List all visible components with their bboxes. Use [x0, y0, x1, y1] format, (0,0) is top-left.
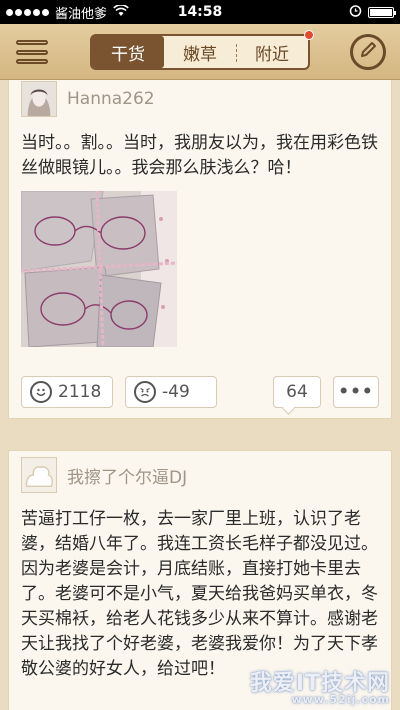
battery-icon [368, 6, 396, 18]
downvote-count: -49 [162, 382, 190, 402]
category-tabs: 干货 嫩草 附近 [90, 30, 314, 70]
more-button[interactable]: ••• [333, 376, 379, 408]
comment-count: 64 [286, 382, 308, 402]
username[interactable]: Hanna262 [67, 89, 155, 109]
status-bar: 酱油他爹 14:58 [0, 0, 400, 24]
battery-level [370, 8, 392, 16]
smile-icon [30, 381, 52, 403]
compose-button[interactable] [350, 34, 386, 70]
upvote-count: 2118 [58, 382, 102, 402]
watermark: 我爱IT技术网 www.52ij.com [250, 665, 390, 706]
default-avatar-icon[interactable] [21, 457, 57, 493]
feed[interactable]: Hanna262 当时。。割。。当时，我朋友以为，我在用彩色铁丝做眼镜儿。。我会… [0, 80, 400, 710]
more-icon: ••• [338, 382, 374, 402]
angry-face-icon [134, 381, 156, 403]
alarm-icon [349, 4, 362, 21]
post-actions: 2118 -49 64 ••• [21, 376, 379, 408]
post-header: 我擦了个尔逼DJ [21, 451, 379, 499]
pencil-icon [358, 40, 378, 64]
navigation-bar: 干货 嫩草 附近 [0, 24, 400, 80]
post-text: 当时。。割。。当时，我朋友以为，我在用彩色铁丝做眼镜儿。。我会那么肤浅么？哈！ [21, 133, 378, 178]
post-text: 苦逼打工仔一枚，去一家厂里上班，认识了老婆，结婚八年了。我连工资长毛样子都没见过… [21, 509, 378, 679]
username[interactable]: 我擦了个尔逼DJ [67, 463, 187, 488]
avatar[interactable] [21, 81, 57, 117]
carrier-name: 酱油他爹 [55, 6, 108, 22]
tab-ganhuo[interactable]: 干货 [92, 36, 164, 68]
downvote-button[interactable]: -49 [125, 376, 217, 408]
notification-badge [304, 30, 314, 40]
tab-fujin[interactable]: 附近 [236, 36, 308, 68]
post-image[interactable] [21, 191, 177, 347]
tab-fujin-label: 附近 [255, 44, 289, 65]
post-header: Hanna262 [21, 80, 379, 123]
comment-button[interactable]: 64 [273, 376, 321, 408]
tab-nencao[interactable]: 嫩草 [164, 36, 236, 68]
post-card: Hanna262 当时。。割。。当时，我朋友以为，我在用彩色铁丝做眼镜儿。。我会… [8, 80, 392, 419]
menu-button[interactable] [14, 36, 50, 68]
upvote-button[interactable]: 2118 [21, 376, 113, 408]
signal-strength-icon [6, 8, 49, 16]
wifi-icon [113, 3, 129, 20]
